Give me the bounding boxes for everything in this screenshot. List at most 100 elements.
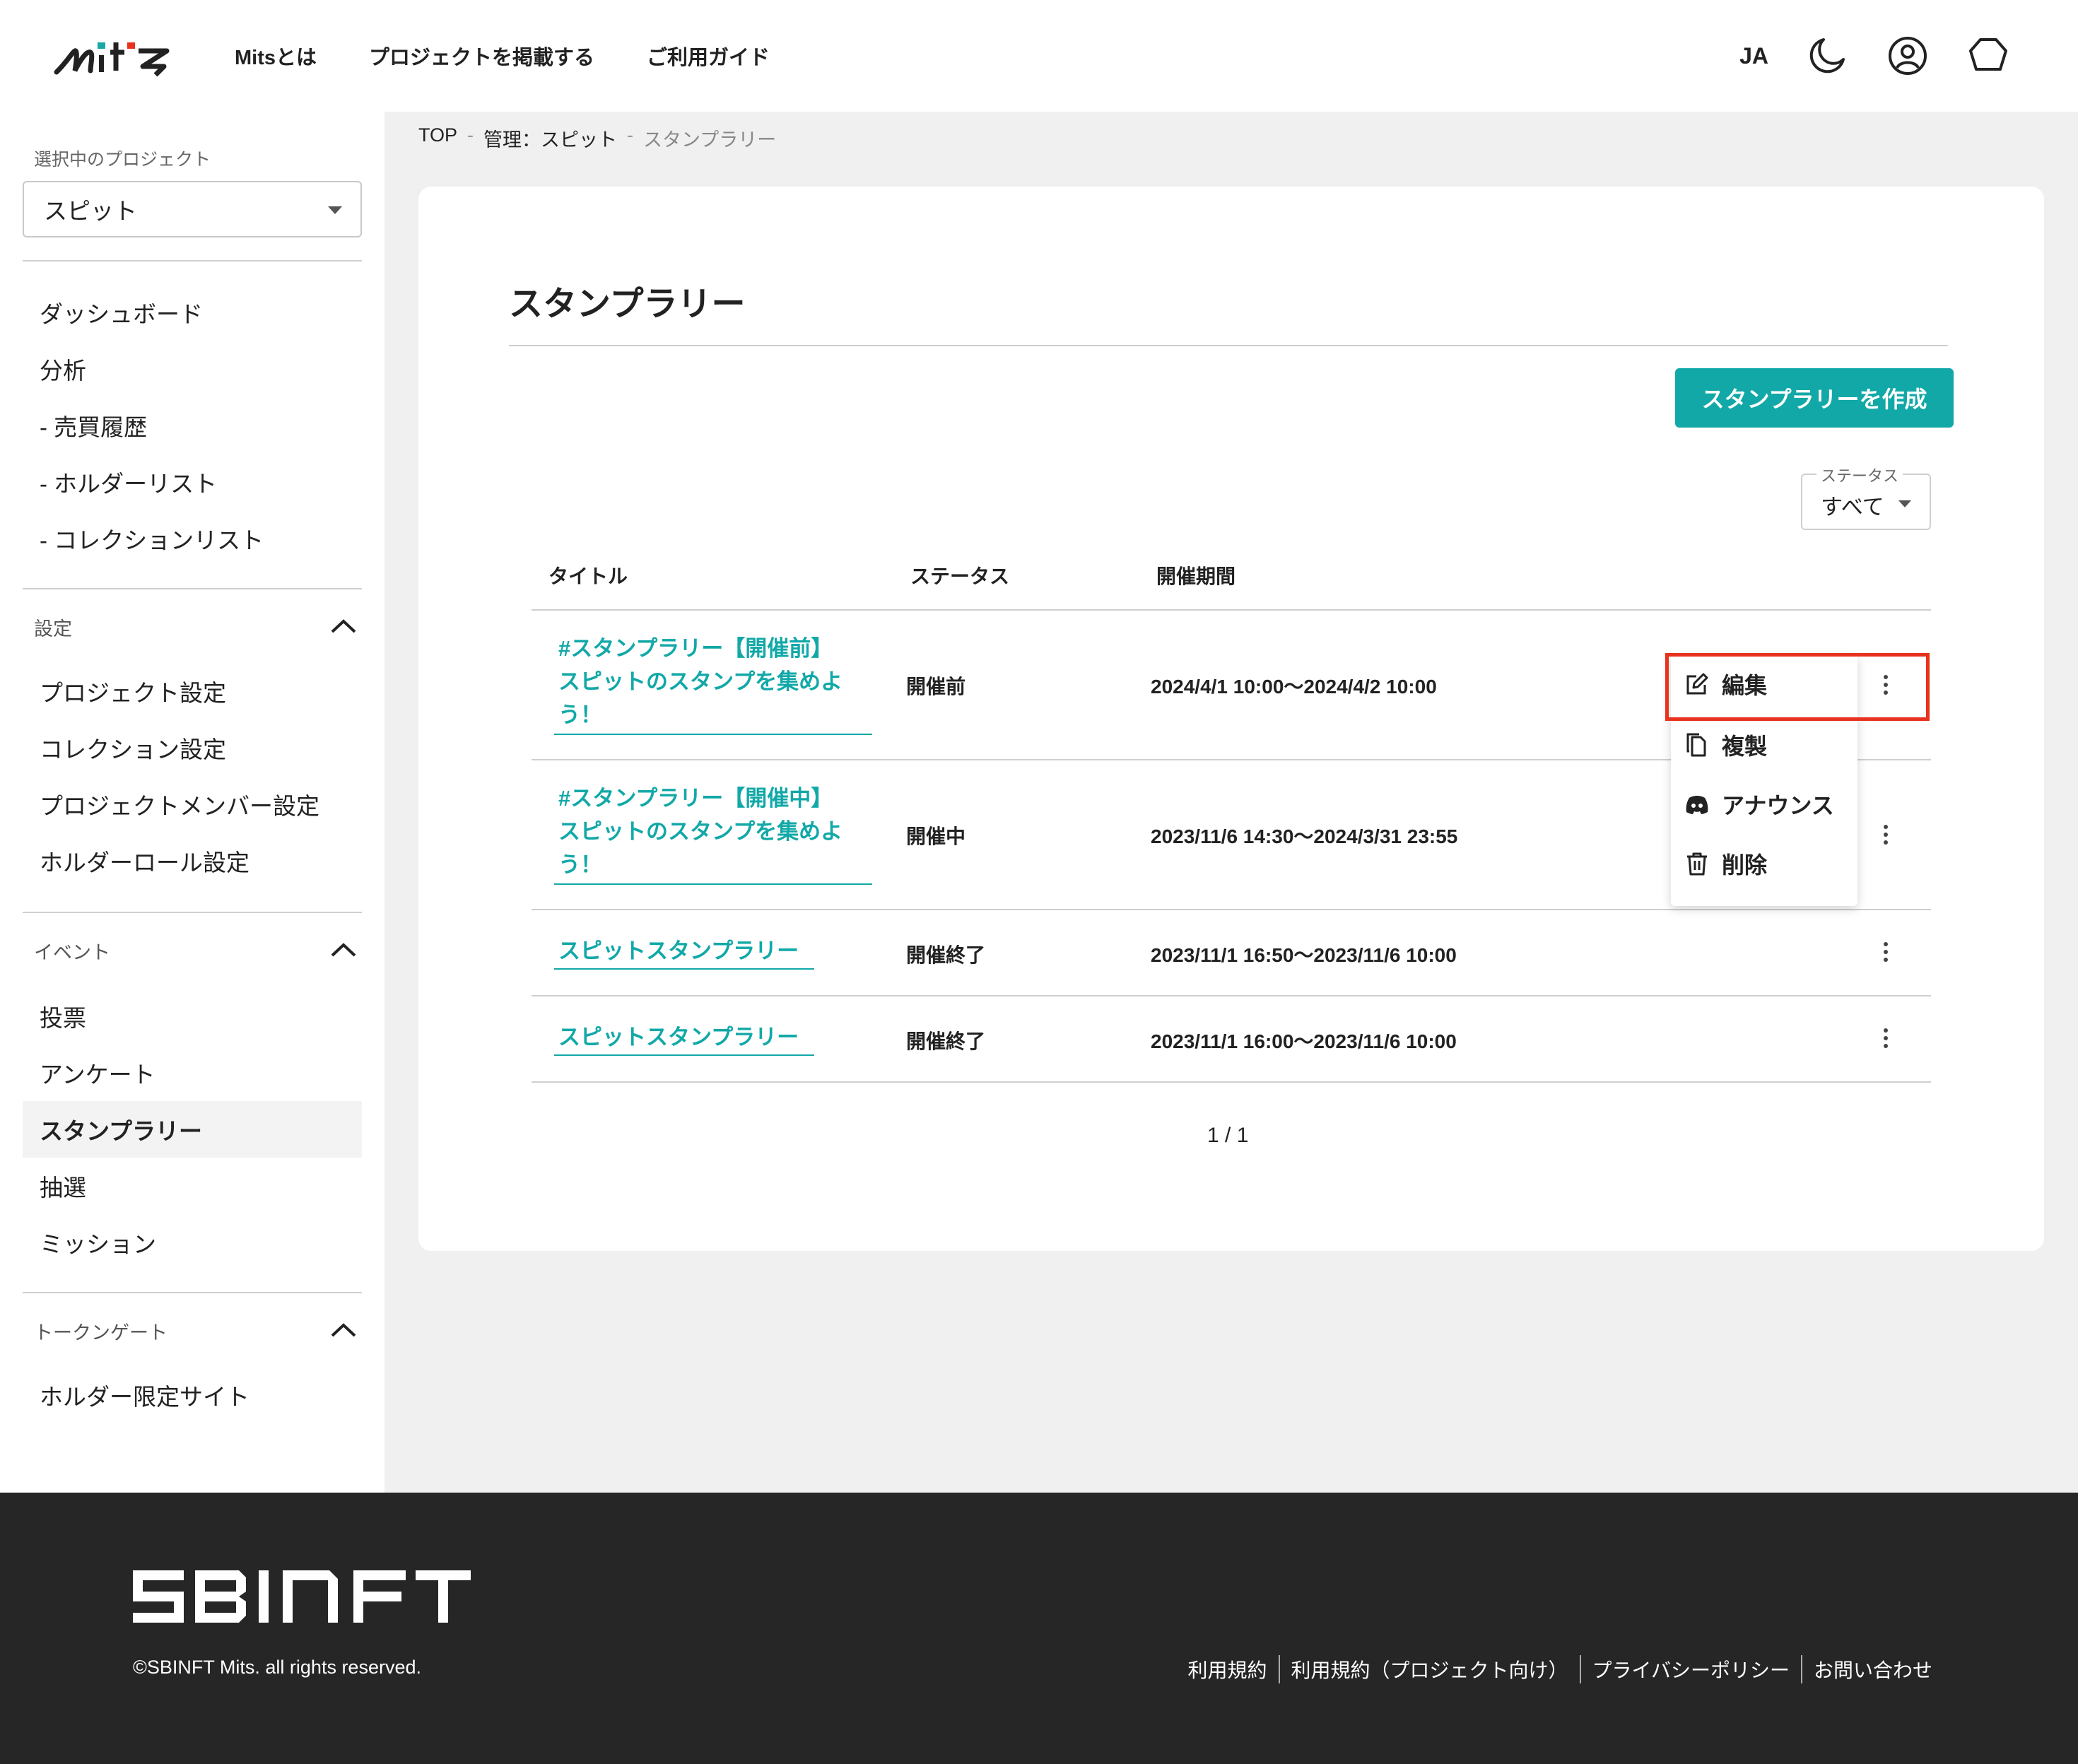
footer-links: 利用規約 利用規約（プロジェクト向け） プライバシーポリシー お問い合わせ [1177, 1655, 1944, 1683]
footer: ©SBINFT Mits. all rights reserved. 利用規約 … [0, 1493, 2078, 1764]
copy-icon [1686, 733, 1706, 757]
title-line: スピットスタンプラリー [558, 1025, 799, 1049]
sidebar-item-dashboard[interactable]: ダッシュボード [40, 295, 203, 329]
caret-down-icon [328, 206, 342, 214]
sidebar: 選択中のプロジェクト スピット ダッシュボード 分析 - 売買履歴 - ホルダー… [0, 112, 385, 1493]
breadcrumb-manage[interactable]: 管理：スピット [483, 124, 617, 152]
row-1-period: 2024/4/1 10:00〜2024/4/2 10:00 [1151, 676, 1437, 698]
link-underline [554, 734, 872, 735]
footer-link-privacy[interactable]: プライバシーポリシー [1581, 1655, 1801, 1683]
main-nav: Mitsとは プロジェクトを掲載する ご利用ガイド [235, 0, 770, 112]
section-events-title: イベント [34, 942, 110, 963]
project-select[interactable]: スピット [23, 181, 362, 237]
sidebar-item-holder-role-settings[interactable]: ホルダーロール設定 [40, 844, 250, 878]
sidebar-divider [23, 260, 362, 261]
title-line: #スタンプラリー【開催中】 [558, 786, 833, 811]
sidebar-item-analytics[interactable]: 分析 [40, 352, 86, 386]
sidebar-divider [23, 588, 362, 589]
sidebar-item-holder-list[interactable]: - ホルダーリスト [40, 465, 217, 499]
breadcrumb-separator: - [467, 124, 474, 146]
sidebar-item-survey[interactable]: アンケート [40, 1056, 155, 1090]
status-filter-label: ステータス [1816, 464, 1903, 486]
sidebar-divider [23, 912, 362, 913]
wallet-icon[interactable] [1966, 34, 2010, 78]
menu-item-label: 複製 [1722, 734, 1768, 759]
sidebar-item-holder-site[interactable]: ホルダー限定サイト [40, 1378, 250, 1412]
row-1-title-link[interactable]: #スタンプラリー【開催前】 スピットのスタンプを集めよ う！ [554, 632, 872, 735]
project-select-label: 選択中のプロジェクト [34, 150, 211, 170]
trash-icon [1687, 852, 1707, 876]
link-underline [554, 1054, 814, 1056]
moon-icon[interactable] [1805, 34, 1849, 78]
more-vert-icon[interactable] [1882, 1025, 1890, 1056]
status-filter-select[interactable]: ステータス すべて [1801, 464, 1931, 530]
nav-guide[interactable]: ご利用ガイド [647, 41, 770, 71]
nav-about[interactable]: Mitsとは [235, 41, 317, 71]
chevron-up-icon[interactable] [329, 618, 358, 635]
sidebar-item-sales-history[interactable]: - 売買履歴 [40, 408, 147, 442]
header-actions: JA [1739, 0, 2010, 112]
menu-item-delete[interactable]: 削除 [1671, 834, 1857, 893]
sidebar-item-project-settings[interactable]: プロジェクト設定 [40, 674, 226, 708]
column-title: タイトル [548, 565, 628, 587]
sbinft-logo [133, 1570, 471, 1623]
breadcrumb-top[interactable]: TOP [418, 124, 457, 152]
menu-item-announce[interactable]: アナウンス [1671, 775, 1857, 834]
sidebar-item-collection-list[interactable]: - コレクションリスト [40, 522, 264, 555]
table-divider [532, 1081, 1931, 1083]
menu-item-duplicate[interactable]: 複製 [1671, 715, 1857, 775]
sidebar-item-member-settings[interactable]: プロジェクトメンバー設定 [40, 787, 319, 821]
row-2-status: 開催中 [906, 825, 966, 847]
copyright-text: ©SBINFT Mits. all rights reserved. [133, 1657, 421, 1678]
nav-list-project[interactable]: プロジェクトを掲載する [369, 41, 594, 71]
title-line: #スタンプラリー【開催前】 [558, 636, 833, 661]
table-divider [532, 609, 1931, 611]
breadcrumb: TOP - 管理：スピット - スタンプラリー [418, 124, 776, 152]
edit-highlight-box [1665, 653, 1930, 721]
row-3-status: 開催終了 [906, 944, 986, 966]
chevron-up-icon[interactable] [329, 1322, 358, 1339]
title-line: スピットのスタンプを集めよ [558, 669, 843, 694]
column-status: ステータス [910, 565, 1010, 587]
section-settings-title: 設定 [34, 618, 72, 640]
section-tokengate-title: トークンゲート [34, 1322, 168, 1343]
footer-link-contact[interactable]: お問い合わせ [1802, 1655, 1944, 1683]
row-2-title-link[interactable]: #スタンプラリー【開催中】 スピットのスタンプを集めよ う！ [554, 782, 872, 885]
more-vert-icon[interactable] [1882, 939, 1890, 970]
more-vert-icon[interactable] [1882, 821, 1890, 852]
top-header: Mitsとは プロジェクトを掲載する ご利用ガイド JA [0, 0, 2078, 112]
sidebar-divider [23, 1292, 362, 1293]
table-divider [532, 995, 1931, 996]
breadcrumb-separator: - [627, 124, 634, 146]
language-switch[interactable]: JA [1739, 43, 1768, 69]
account-icon[interactable] [1886, 34, 1930, 78]
sidebar-item-stamp-rally[interactable]: スタンプラリー [23, 1101, 362, 1158]
sidebar-item-lottery[interactable]: 抽選 [40, 1169, 86, 1203]
row-3-title-link[interactable]: スピットスタンプラリー [554, 934, 814, 970]
title-divider [509, 345, 1948, 346]
row-4-title-link[interactable]: スピットスタンプラリー [554, 1021, 814, 1056]
footer-link-project-terms[interactable]: 利用規約（プロジェクト向け） [1280, 1655, 1580, 1683]
chevron-up-icon[interactable] [329, 941, 358, 958]
column-period: 開催期間 [1156, 565, 1236, 587]
row-1-status: 開催前 [906, 676, 966, 698]
sidebar-item-vote[interactable]: 投票 [40, 999, 86, 1033]
title-line: う！ [558, 852, 602, 877]
sidebar-item-mission[interactable]: ミッション [40, 1225, 156, 1259]
project-select-value: スピット [44, 198, 137, 224]
status-filter-value: すべて [1821, 495, 1884, 519]
sidebar-item-collection-settings[interactable]: コレクション設定 [40, 731, 226, 765]
row-2-period: 2023/11/6 14:30〜2024/3/31 23:55 [1151, 825, 1458, 847]
menu-item-label: アナウンス [1722, 793, 1834, 818]
title-line: う！ [558, 702, 602, 727]
link-underline [554, 968, 814, 970]
title-line: スピットのスタンプを集めよ [558, 819, 843, 844]
discord-icon [1686, 796, 1708, 814]
footer-link-terms[interactable]: 利用規約 [1177, 1655, 1279, 1683]
caret-down-icon [1898, 500, 1911, 507]
mits-logo[interactable] [54, 31, 174, 81]
link-underline [554, 883, 872, 885]
table-divider [532, 909, 1931, 910]
create-stamp-rally-button[interactable]: スタンプラリーを作成 [1675, 368, 1954, 428]
breadcrumb-current: スタンプラリー [643, 129, 777, 151]
